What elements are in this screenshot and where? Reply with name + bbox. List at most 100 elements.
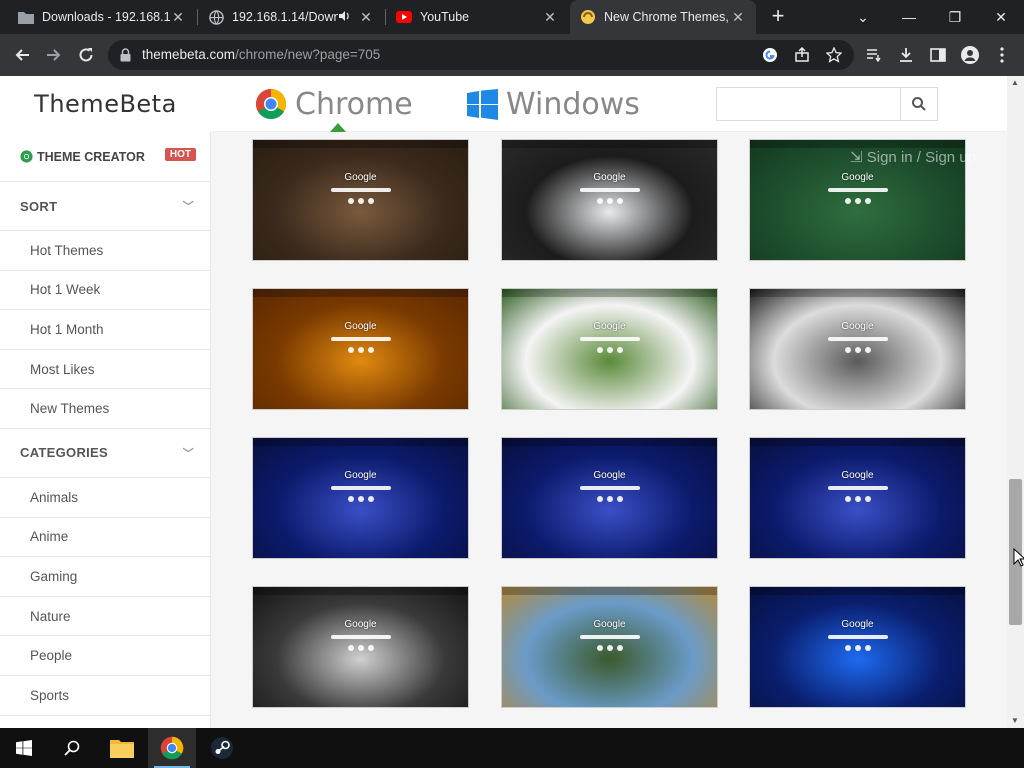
theme-thumbnail-bison-meadow[interactable]: Google xyxy=(501,586,718,708)
back-button[interactable] xyxy=(8,41,36,69)
tab-search-chevron-icon[interactable]: ⌄ xyxy=(840,0,886,34)
url-text[interactable]: themebeta.com/chrome/new?page=705 xyxy=(142,47,380,62)
theme-creator-link[interactable]: THEME CREATOR HOT xyxy=(0,132,210,182)
active-nav-indicator xyxy=(330,123,346,132)
sidebar-item-people[interactable]: People xyxy=(0,636,210,676)
scroll-down-arrow-icon[interactable]: ▼ xyxy=(1010,716,1020,726)
sidebar-item-most-likes[interactable]: Most Likes xyxy=(0,350,210,390)
folder-icon xyxy=(110,740,134,758)
site-brand-text: ThemeBeta xyxy=(34,90,177,118)
close-tab-icon[interactable]: ✕ xyxy=(730,9,746,26)
tab-downloads[interactable]: Downloads - 192.168.1.14/Downloads ✕ xyxy=(8,0,196,34)
sidebar-item-hot-themes[interactable]: Hot Themes xyxy=(0,231,210,271)
tab-youtube[interactable]: YouTube ✕ xyxy=(386,0,568,34)
close-window-button[interactable]: ✕ xyxy=(978,0,1024,34)
theme-thumbnail-anime-blue-2[interactable]: Google xyxy=(501,437,718,559)
theme-thumbnail-wooden-coffee[interactable]: Google xyxy=(252,139,469,261)
nav-chrome[interactable]: Chrome xyxy=(255,86,413,122)
theme-thumbnail-mosque-bw[interactable]: Google xyxy=(749,288,966,410)
thumbnail-google-logo: Google xyxy=(344,321,377,332)
site-search xyxy=(716,87,938,121)
reading-list-icon[interactable] xyxy=(864,45,884,65)
theme-thumbnail-buildings-sky[interactable]: Google xyxy=(501,139,718,261)
tab-new-chrome-themes[interactable]: New Chrome Themes, Tagged Chrome Themes … xyxy=(570,0,756,34)
thumbnail-google-logo: Google xyxy=(841,470,874,481)
close-tab-icon[interactable]: ✕ xyxy=(542,9,558,26)
search-input[interactable] xyxy=(717,88,902,120)
download-icon[interactable] xyxy=(896,45,916,65)
windows-taskbar xyxy=(0,728,1024,768)
thumbnail-google-logo: Google xyxy=(344,172,377,183)
sidebar-item-anime[interactable]: Anime xyxy=(0,518,210,558)
sidebar-item-sports[interactable]: Sports xyxy=(0,676,210,716)
side-panel-icon[interactable] xyxy=(928,45,948,65)
bookmark-star-icon[interactable] xyxy=(824,45,844,65)
taskbar-search-button[interactable] xyxy=(48,728,96,768)
sort-list: Hot Themes Hot 1 Week Hot 1 Month Most Like… xyxy=(0,231,210,429)
page-scrollbar-track[interactable] xyxy=(1007,76,1024,728)
address-bar[interactable]: themebeta.com/chrome/new?page=705 xyxy=(108,40,854,70)
thumbnail-google-logo: Google xyxy=(593,321,626,332)
kebab-menu-icon[interactable] xyxy=(992,45,1012,65)
categories-section-header[interactable]: CATEGORIES ﹀ xyxy=(0,429,210,478)
reload-icon xyxy=(79,48,93,62)
profile-avatar-icon[interactable] xyxy=(960,45,980,65)
themebeta-icon xyxy=(580,9,596,25)
thumbnail-google-logo: Google xyxy=(593,470,626,481)
tab-title: New Chrome Themes, Tagged Chrome Themes xyxy=(604,10,730,24)
theme-thumbnail-green-leaf[interactable]: Google xyxy=(501,288,718,410)
chevron-down-icon: ﹀ xyxy=(182,201,194,213)
thumbnail-google-logo: Google xyxy=(344,619,377,630)
tab-title: Downloads - 192.168.1.14/Downloads xyxy=(42,10,170,24)
sidebar-item-gaming[interactable]: Gaming xyxy=(0,557,210,597)
tab-downloads-2[interactable]: 192.168.1.14/Downloads ✕ xyxy=(198,0,384,34)
hot-badge: HOT xyxy=(164,148,196,161)
sidebar-item-hot-1-week[interactable]: Hot 1 Week xyxy=(0,271,210,311)
restore-button[interactable]: ❐ xyxy=(932,0,978,34)
tab-strip: Downloads - 192.168.1.14/Downloads ✕ 192… xyxy=(0,0,1024,34)
sidebar-item-nature[interactable]: Nature xyxy=(0,597,210,637)
thumbnail-google-logo: Google xyxy=(841,321,874,332)
search-icon xyxy=(64,740,80,756)
scroll-up-arrow-icon[interactable]: ▲ xyxy=(1010,78,1020,88)
web-page: ThemeBeta Chrome Windows THEME CREATOR H… xyxy=(0,76,1024,728)
site-top-nav: Chrome Windows xyxy=(211,76,1007,132)
chrome-icon xyxy=(160,736,184,760)
forward-button[interactable] xyxy=(40,41,68,69)
steam-taskbar-button[interactable] xyxy=(198,728,246,768)
reload-button[interactable] xyxy=(72,41,100,69)
youtube-icon xyxy=(396,9,412,25)
chevron-down-icon: ﹀ xyxy=(182,447,194,460)
sidebar-item-animals[interactable]: Animals xyxy=(0,478,210,518)
search-button[interactable] xyxy=(900,88,937,120)
lock-icon[interactable] xyxy=(120,48,131,67)
close-tab-icon[interactable]: ✕ xyxy=(170,9,186,26)
sort-section-header[interactable]: SORT ﹀ xyxy=(0,182,210,231)
windows-start-icon xyxy=(16,740,32,756)
google-lens-icon[interactable] xyxy=(760,45,780,65)
nav-windows-label: Windows xyxy=(506,86,640,122)
thumbnail-google-logo: Google xyxy=(593,619,626,630)
start-button[interactable] xyxy=(0,728,48,768)
share-icon[interactable] xyxy=(792,45,812,65)
sidebar-item-new-themes[interactable]: New Themes xyxy=(0,389,210,429)
back-arrow-icon xyxy=(15,49,29,61)
windows-logo-icon xyxy=(467,88,498,120)
nav-windows[interactable]: Windows xyxy=(467,86,640,122)
sort-title: SORT xyxy=(20,198,58,214)
sign-in-link[interactable]: ⇲ Sign in / Sign up xyxy=(850,148,976,166)
theme-thumbnail-anime-blue-3[interactable]: Google xyxy=(749,437,966,559)
sidebar-item-hot-1-month[interactable]: Hot 1 Month xyxy=(0,310,210,350)
theme-thumbnail-windows-bloom[interactable]: Google xyxy=(749,586,966,708)
new-tab-button[interactable]: + xyxy=(766,5,790,29)
minimize-button[interactable]: — xyxy=(886,0,932,34)
close-tab-icon[interactable]: ✕ xyxy=(358,9,374,26)
file-explorer-button[interactable] xyxy=(98,728,146,768)
audio-icon[interactable] xyxy=(338,10,350,25)
nav-chrome-label: Chrome xyxy=(295,86,413,122)
theme-thumbnail-golden-wheat[interactable]: Google xyxy=(252,288,469,410)
chrome-taskbar-button[interactable] xyxy=(148,728,196,768)
site-logo[interactable]: ThemeBeta xyxy=(0,76,211,132)
theme-thumbnail-teen-wolf[interactable]: Google xyxy=(252,586,469,708)
theme-thumbnail-anime-blue-1[interactable]: Google xyxy=(252,437,469,559)
